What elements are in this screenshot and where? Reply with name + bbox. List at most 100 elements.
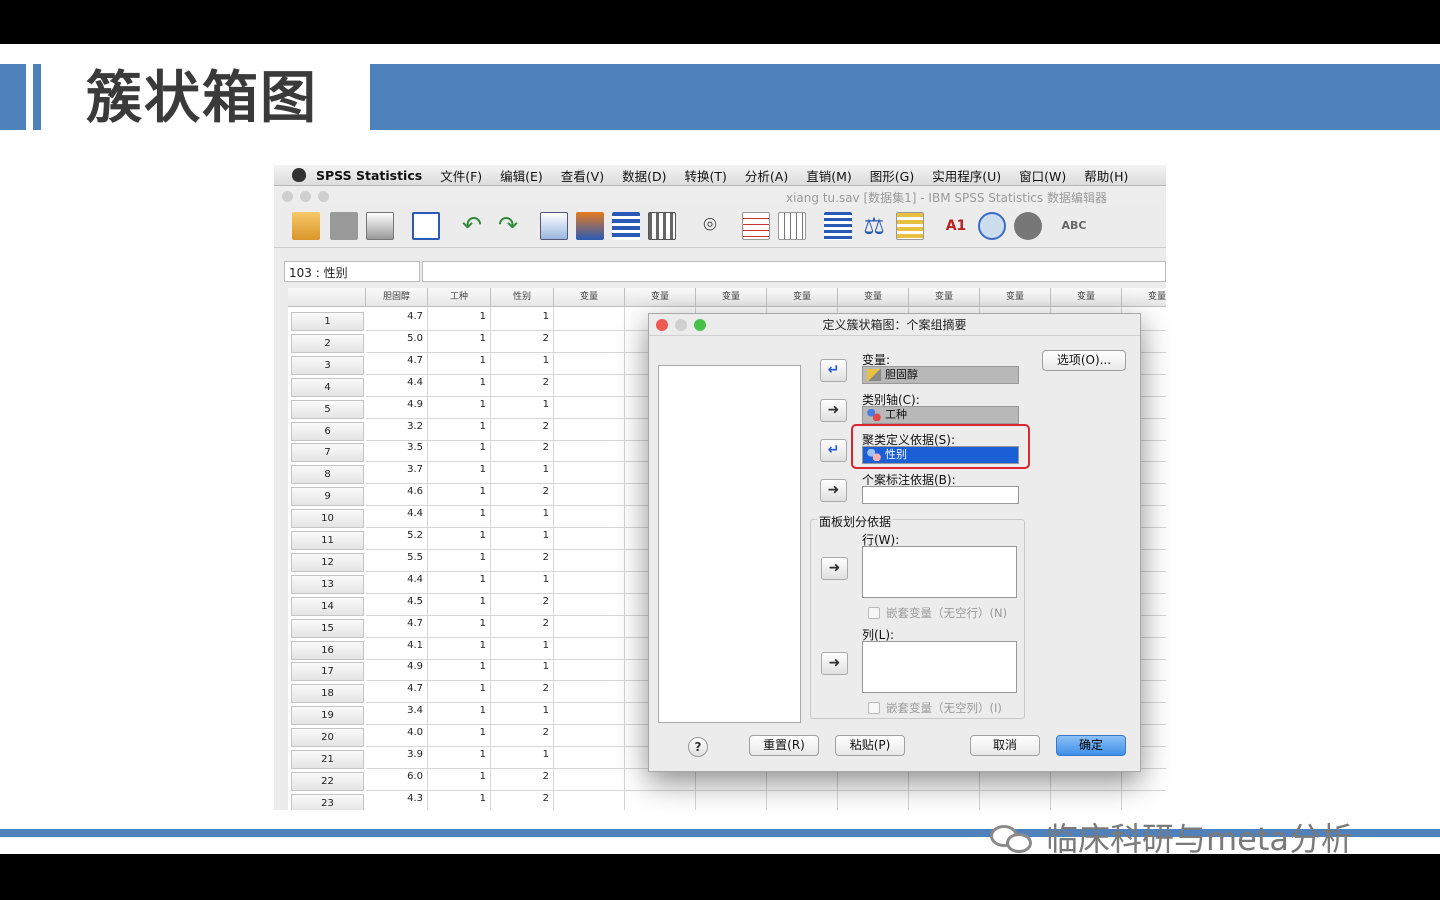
row-header[interactable]: 9: [291, 487, 364, 507]
empty-cell[interactable]: [909, 768, 980, 791]
table-cell[interactable]: 1: [428, 462, 491, 485]
row-header[interactable]: 11: [291, 531, 364, 550]
row-header[interactable]: 18: [291, 684, 364, 704]
redo-icon[interactable]: ↷: [494, 212, 522, 240]
menu-utilities[interactable]: 实用程序(U): [932, 166, 1001, 185]
table-cell[interactable]: 1: [428, 330, 491, 353]
empty-cell[interactable]: [554, 506, 625, 529]
print-icon[interactable]: [366, 212, 394, 240]
menu-transform[interactable]: 转换(T): [685, 166, 727, 185]
row-header[interactable]: 7: [291, 443, 364, 463]
nest-rows-checkbox[interactable]: 嵌套变量（无空行）(N): [868, 605, 1007, 621]
column-header[interactable]: 变量: [767, 288, 838, 307]
table-cell[interactable]: 1: [428, 549, 491, 572]
menu-analyze[interactable]: 分析(A): [745, 166, 788, 185]
move-to-case-label-button[interactable]: ➜: [820, 479, 847, 502]
run-icon[interactable]: [648, 212, 676, 240]
empty-cell[interactable]: [554, 593, 625, 616]
table-cell[interactable]: 2: [491, 725, 554, 748]
table-cell[interactable]: 1: [428, 790, 491, 810]
empty-cell[interactable]: [909, 790, 980, 810]
empty-cell[interactable]: [554, 418, 625, 441]
column-header[interactable]: 变量: [1051, 288, 1122, 307]
select-cases-icon[interactable]: [896, 212, 924, 240]
empty-cell[interactable]: [554, 790, 625, 810]
undo-icon[interactable]: ↶: [458, 212, 486, 240]
empty-cell[interactable]: [554, 615, 625, 638]
column-header[interactable]: 变量: [625, 288, 696, 307]
row-header[interactable]: 20: [291, 728, 364, 748]
row-header[interactable]: 22: [291, 771, 364, 791]
table-cell[interactable]: 5.0: [366, 330, 428, 353]
menu-data[interactable]: 数据(D): [622, 166, 666, 185]
row-header[interactable]: 1: [291, 312, 364, 331]
dialog-zoom-icon[interactable]: [694, 319, 706, 331]
table-cell[interactable]: 6.0: [366, 768, 428, 791]
column-header[interactable]: 变量: [696, 288, 767, 307]
table-cell[interactable]: 1: [428, 593, 491, 616]
category-axis-field[interactable]: 工种: [862, 406, 1019, 424]
table-cell[interactable]: 1: [428, 506, 491, 529]
empty-cell[interactable]: [980, 790, 1051, 810]
close-window-icon[interactable]: [282, 191, 293, 202]
menu-app-name[interactable]: SPSS Statistics: [316, 168, 422, 183]
empty-cell[interactable]: [554, 330, 625, 353]
empty-cell[interactable]: [838, 768, 909, 791]
empty-cell[interactable]: [696, 790, 767, 810]
empty-cell[interactable]: [838, 790, 909, 810]
table-cell[interactable]: 2: [491, 681, 554, 704]
column-header[interactable]: 工种: [428, 288, 491, 307]
empty-cell[interactable]: [554, 703, 625, 726]
row-header[interactable]: 23: [291, 793, 364, 810]
table-cell[interactable]: 1: [428, 659, 491, 682]
empty-cell[interactable]: [554, 352, 625, 375]
table-cell[interactable]: 1: [428, 637, 491, 660]
empty-cell[interactable]: [625, 790, 696, 810]
table-cell[interactable]: 1: [428, 703, 491, 726]
row-header[interactable]: 2: [291, 333, 364, 353]
empty-cell[interactable]: [554, 681, 625, 704]
column-header[interactable]: 变量: [1122, 288, 1166, 307]
table-cell[interactable]: 4.7: [366, 309, 428, 331]
minimize-window-icon[interactable]: [300, 191, 311, 202]
column-header[interactable]: 性别: [491, 288, 554, 307]
table-cell[interactable]: 4.4: [366, 571, 428, 594]
empty-cell[interactable]: [1122, 791, 1166, 810]
empty-cell[interactable]: [554, 309, 625, 331]
ok-button[interactable]: 确定: [1056, 735, 1126, 756]
row-header[interactable]: 12: [291, 552, 364, 572]
menu-window[interactable]: 窗口(W): [1019, 166, 1066, 185]
table-cell[interactable]: 3.9: [366, 747, 428, 769]
row-header[interactable]: 8: [291, 465, 364, 485]
row-header[interactable]: 21: [291, 750, 364, 769]
row-header[interactable]: 3: [291, 355, 364, 375]
row-header[interactable]: 15: [291, 618, 364, 638]
table-cell[interactable]: 5.2: [366, 528, 428, 550]
empty-cell[interactable]: [625, 768, 696, 791]
table-cell[interactable]: 1: [428, 352, 491, 375]
table-cell[interactable]: 4.1: [366, 637, 428, 660]
cell-value-editor[interactable]: [422, 261, 1166, 282]
table-cell[interactable]: 4.7: [366, 615, 428, 638]
spell-check-icon[interactable]: ABC: [1060, 212, 1088, 240]
row-header[interactable]: 6: [291, 421, 364, 441]
column-header[interactable]: 变量: [838, 288, 909, 307]
empty-cell[interactable]: [554, 725, 625, 748]
table-cell[interactable]: 2: [491, 440, 554, 463]
table-cell[interactable]: 1: [428, 615, 491, 638]
columns-list[interactable]: [862, 641, 1017, 693]
empty-cell[interactable]: [554, 484, 625, 507]
table-cell[interactable]: 4.3: [366, 790, 428, 810]
find-icon[interactable]: ⌾: [696, 212, 724, 240]
empty-cell[interactable]: [554, 440, 625, 463]
row-header[interactable]: 17: [291, 662, 364, 682]
goto-variable-icon[interactable]: [576, 212, 604, 240]
menu-view[interactable]: 查看(V): [561, 166, 604, 185]
table-cell[interactable]: 1: [428, 309, 491, 331]
table-cell[interactable]: 1: [428, 725, 491, 748]
move-to-category-button[interactable]: ➜: [820, 399, 847, 422]
value-labels-icon[interactable]: A1: [942, 212, 970, 240]
column-header[interactable]: 变量: [980, 288, 1051, 307]
table-cell[interactable]: 4.9: [366, 659, 428, 682]
menu-file[interactable]: 文件(F): [440, 166, 482, 185]
